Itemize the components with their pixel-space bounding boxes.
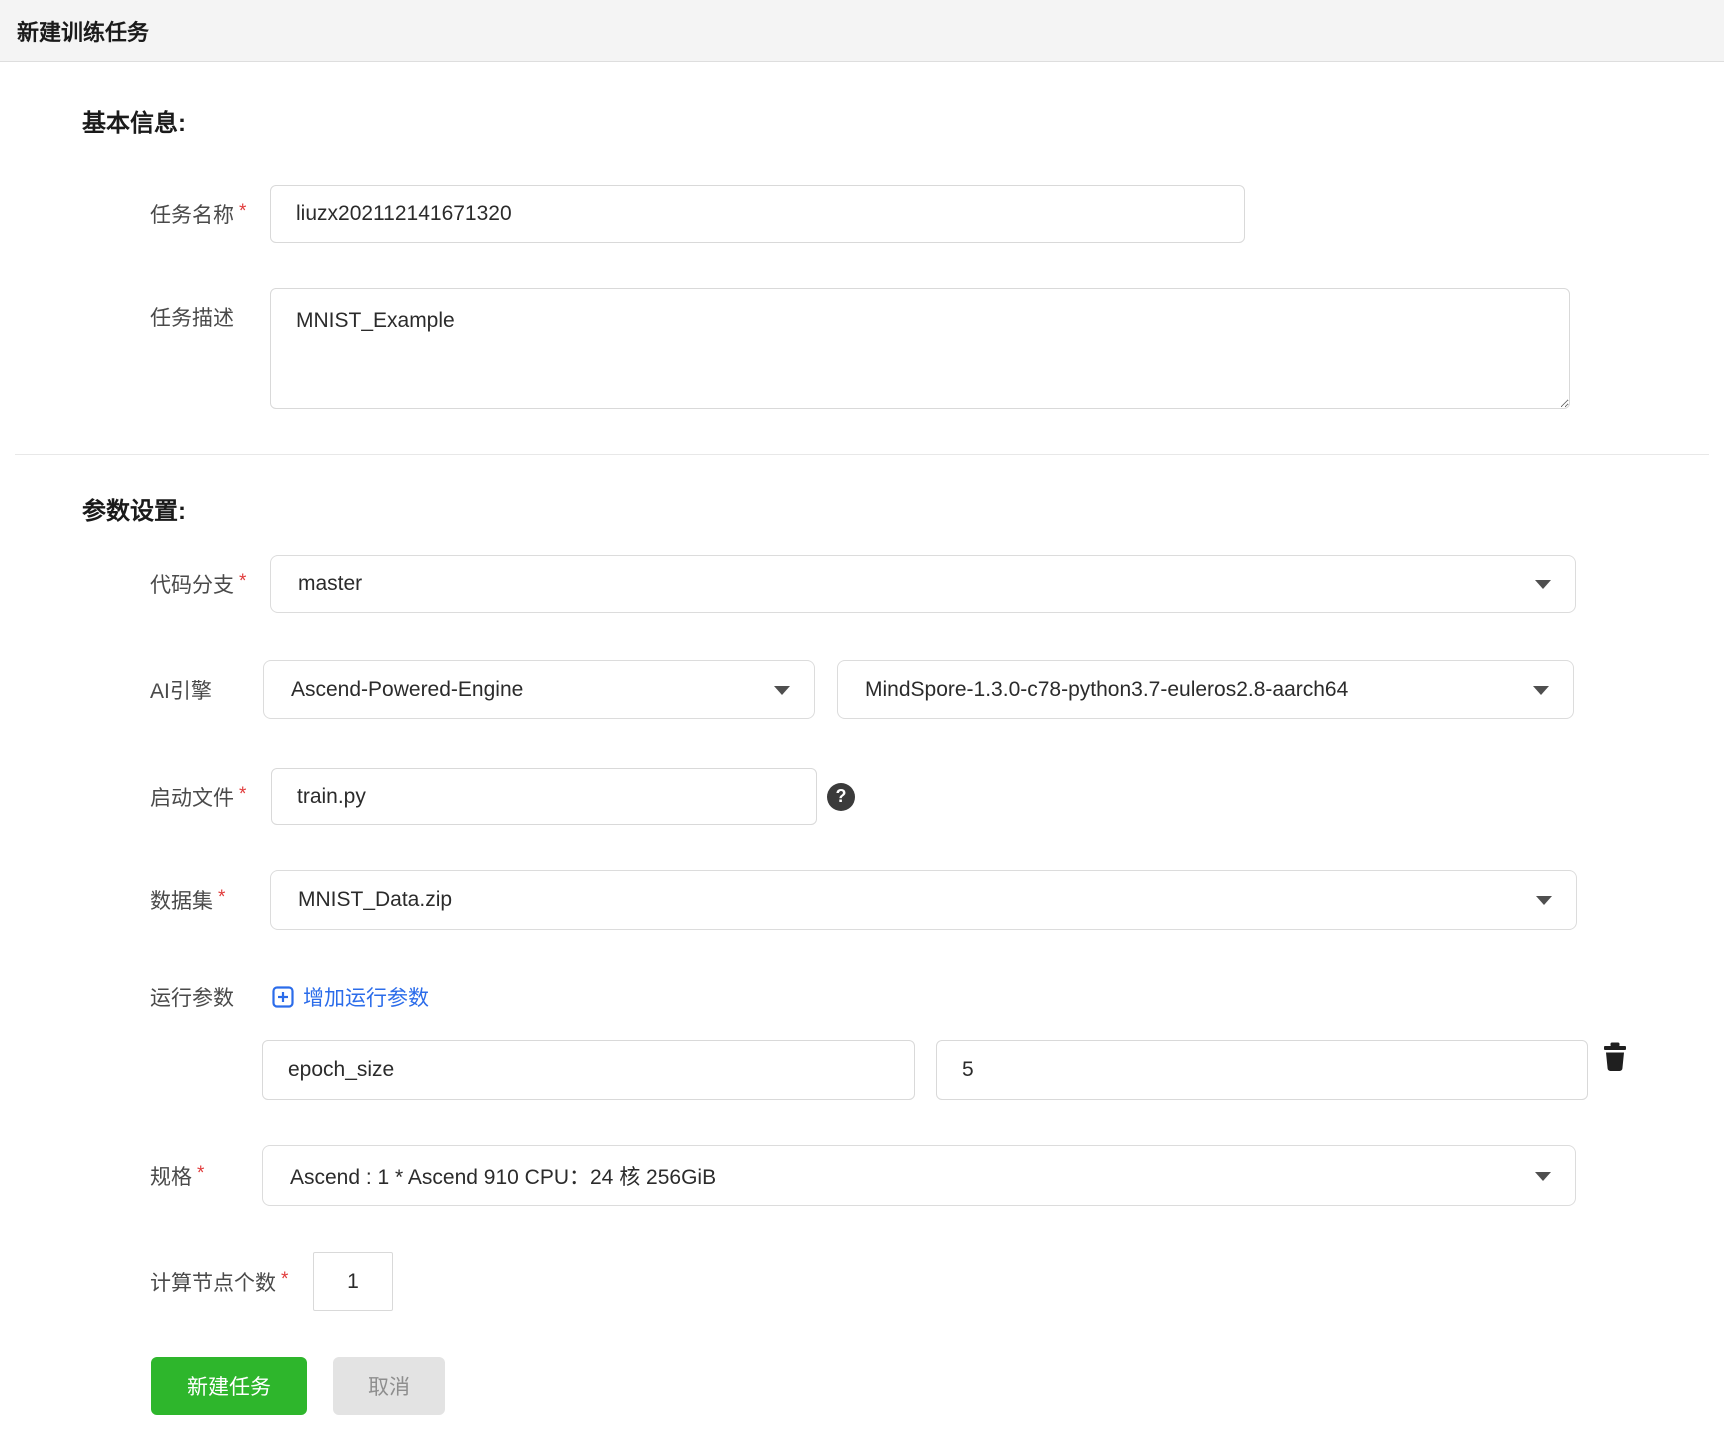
task-desc-textarea[interactable]: MNIST_Example — [270, 288, 1570, 409]
node-count-label-text: 计算节点个数 — [150, 1271, 276, 1295]
ai-engine-row: AI引擎 Ascend-Powered-Engine MindSpore-1.3… — [0, 660, 1724, 719]
add-run-param-label: 增加运行参数 — [303, 987, 429, 1010]
cancel-button[interactable]: 取消 — [333, 1357, 445, 1415]
ai-engine-label: AI引擎 — [150, 675, 212, 705]
code-branch-row: 代码分支 * master — [0, 555, 1724, 613]
task-name-label-text: 任务名称 — [150, 204, 234, 227]
code-branch-label-text: 代码分支 — [150, 574, 234, 597]
caret-down-icon — [1536, 896, 1552, 905]
task-name-row: 任务名称 * — [0, 185, 1724, 243]
section-basic-heading: 基本信息: — [82, 110, 186, 137]
boot-file-label-text: 启动文件 — [150, 786, 234, 810]
boot-file-label: 启动文件 * — [150, 782, 246, 812]
task-desc-label-text: 任务描述 — [150, 307, 234, 330]
dataset-row: 数据集 * MNIST_Data.zip — [0, 870, 1724, 930]
task-name-label: 任务名称 * — [150, 199, 246, 229]
dataset-label: 数据集 * — [150, 885, 225, 915]
ai-engine-select[interactable]: Ascend-Powered-Engine — [263, 660, 815, 719]
section-divider — [15, 454, 1709, 455]
spec-label: 规格 * — [150, 1161, 204, 1191]
dataset-value: MNIST_Data.zip — [298, 888, 453, 911]
run-param-entry-row — [0, 1040, 1724, 1100]
required-asterisk: * — [281, 1268, 289, 1290]
ai-engine-value: Ascend-Powered-Engine — [291, 677, 524, 701]
caret-down-icon — [1535, 580, 1551, 589]
run-params-label-text: 运行参数 — [150, 987, 234, 1010]
caret-down-icon — [774, 685, 790, 695]
code-branch-select[interactable]: master — [270, 555, 1576, 613]
spec-select[interactable]: Ascend : 1 * Ascend 910 CPU：24 核 256GiB — [262, 1145, 1576, 1206]
required-asterisk: * — [239, 201, 247, 222]
run-param-value-input[interactable] — [936, 1040, 1588, 1100]
required-asterisk: * — [239, 783, 247, 805]
page-titlebar: 新建训练任务 — [0, 0, 1724, 62]
task-desc-row: 任务描述 MNIST_Example — [0, 288, 1724, 409]
node-count-label: 计算节点个数 * — [150, 1267, 288, 1297]
required-asterisk: * — [218, 887, 226, 908]
trash-icon — [1604, 1042, 1626, 1071]
caret-down-icon — [1535, 1171, 1551, 1181]
create-task-button[interactable]: 新建任务 — [151, 1357, 307, 1415]
boot-file-input[interactable] — [271, 768, 817, 825]
question-circle-icon[interactable]: ? — [827, 782, 855, 811]
ai-engine-version-value: MindSpore-1.3.0-c78-python3.7-euleros2.8… — [865, 677, 1349, 701]
spec-label-text: 规格 — [150, 1165, 192, 1189]
code-branch-label: 代码分支 * — [150, 569, 246, 599]
run-param-key-input[interactable] — [262, 1040, 915, 1100]
spec-value: Ascend : 1 * Ascend 910 CPU：24 核 256GiB — [290, 1165, 717, 1189]
node-count-input[interactable] — [313, 1252, 393, 1311]
required-asterisk: * — [197, 1162, 205, 1184]
task-name-input[interactable] — [270, 185, 1245, 243]
run-params-row: 运行参数 增加运行参数 — [0, 984, 1724, 1010]
task-desc-label: 任务描述 — [150, 302, 234, 332]
section-params-heading: 参数设置: — [82, 498, 186, 525]
new-training-task-page: 新建训练任务 基本信息: 任务名称* 任务描述 MNIST_Example 参数… — [0, 0, 1724, 1444]
required-asterisk: * — [239, 571, 247, 592]
dataset-select[interactable]: MNIST_Data.zip — [270, 870, 1577, 930]
ai-engine-version-select[interactable]: MindSpore-1.3.0-c78-python3.7-euleros2.8… — [837, 660, 1574, 719]
form-actions-row: 新建任务 取消 — [0, 1357, 1724, 1415]
page-title: 新建训练任务 — [17, 19, 150, 45]
boot-file-row: 启动文件* ? — [0, 768, 1724, 825]
delete-run-param-button[interactable] — [1600, 1042, 1630, 1074]
caret-down-icon — [1533, 685, 1549, 695]
run-params-label: 运行参数 — [150, 982, 234, 1012]
spec-row: 规格 * Ascend : 1 * Ascend 910 CPU：24 核 256… — [0, 1145, 1724, 1206]
add-run-param-link[interactable]: 增加运行参数 — [272, 982, 429, 1012]
node-count-row: 计算节点个数 * — [0, 1252, 1724, 1311]
dataset-label-text: 数据集 — [150, 890, 213, 913]
code-branch-value: master — [298, 572, 363, 595]
ai-engine-label-text: AI引擎 — [150, 679, 212, 703]
plus-square-icon — [272, 986, 294, 1008]
